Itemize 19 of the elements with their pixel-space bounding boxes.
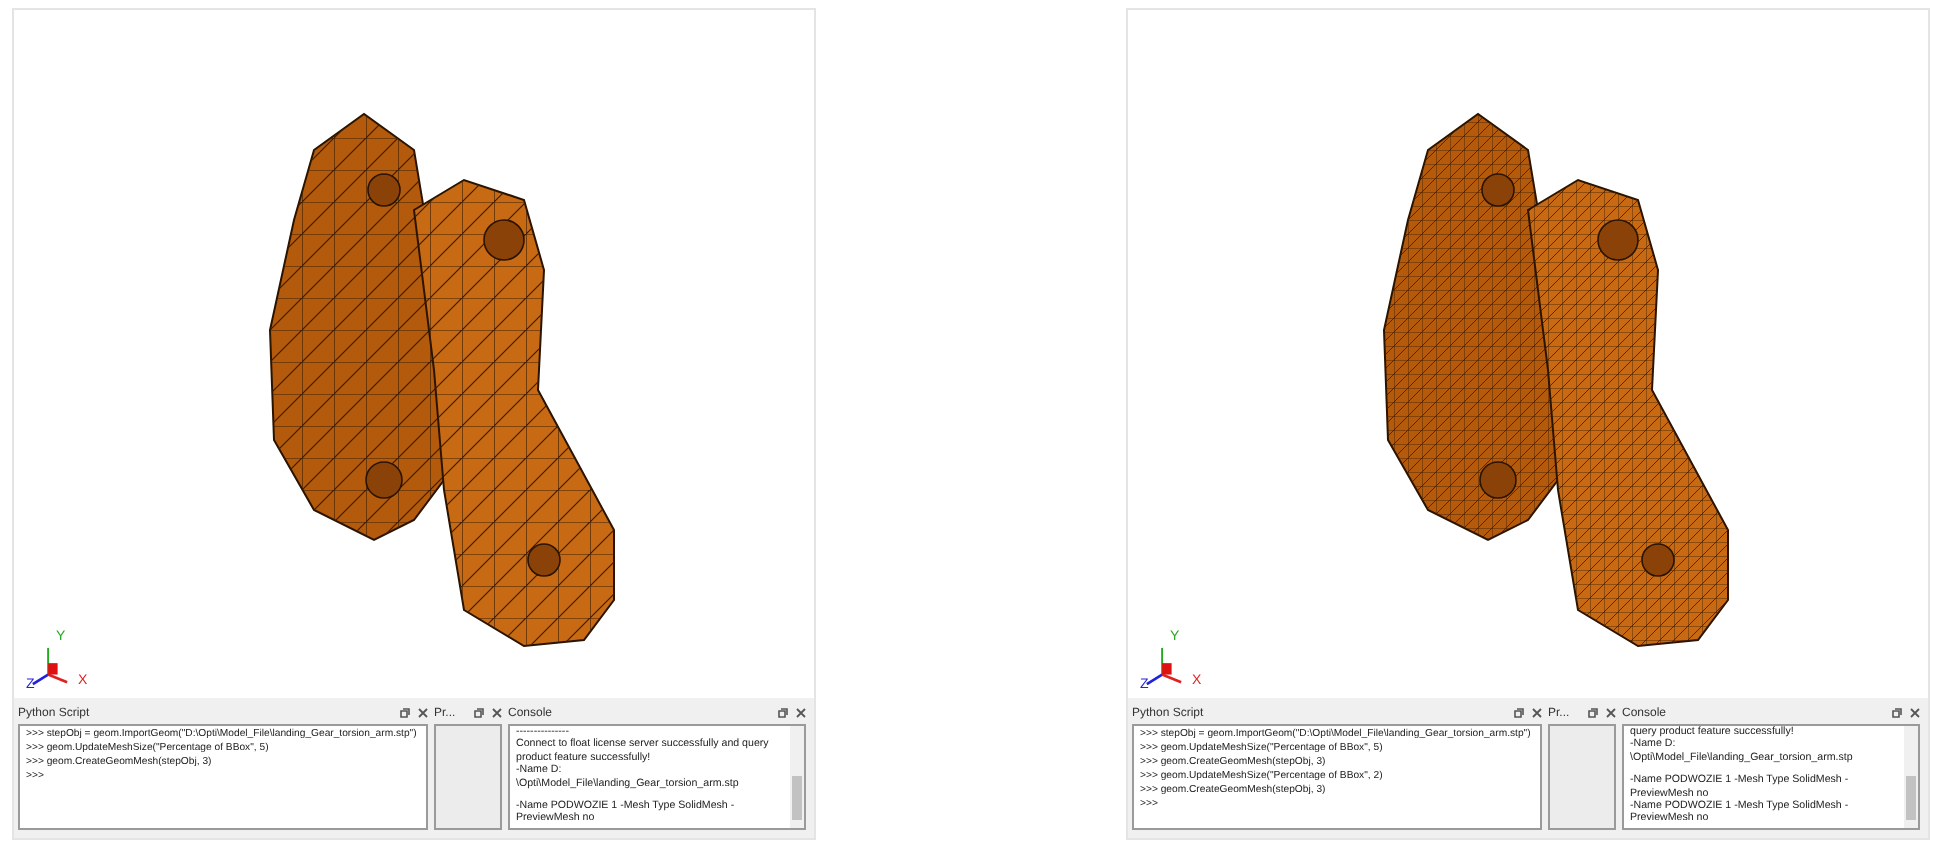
- float-window-icon[interactable]: [1514, 708, 1524, 718]
- float-window-icon[interactable]: [474, 708, 484, 718]
- properties-area: [1548, 724, 1616, 830]
- axis-triad-icon: [1144, 646, 1184, 686]
- script-area[interactable]: [1132, 724, 1542, 830]
- float-window-icon[interactable]: [400, 708, 410, 718]
- properties-area: [434, 724, 502, 830]
- close-icon[interactable]: [796, 708, 806, 718]
- close-icon[interactable]: [418, 708, 428, 718]
- close-icon[interactable]: [1532, 708, 1542, 718]
- scrollbar[interactable]: [790, 726, 804, 828]
- scrollbar[interactable]: [1904, 726, 1918, 828]
- float-window-icon[interactable]: [778, 708, 788, 718]
- close-icon[interactable]: [492, 708, 502, 718]
- axis-triad-icon: [30, 646, 70, 686]
- float-window-icon[interactable]: [1588, 708, 1598, 718]
- close-icon[interactable]: [1606, 708, 1616, 718]
- float-window-icon[interactable]: [1892, 708, 1902, 718]
- close-icon[interactable]: [1910, 708, 1920, 718]
